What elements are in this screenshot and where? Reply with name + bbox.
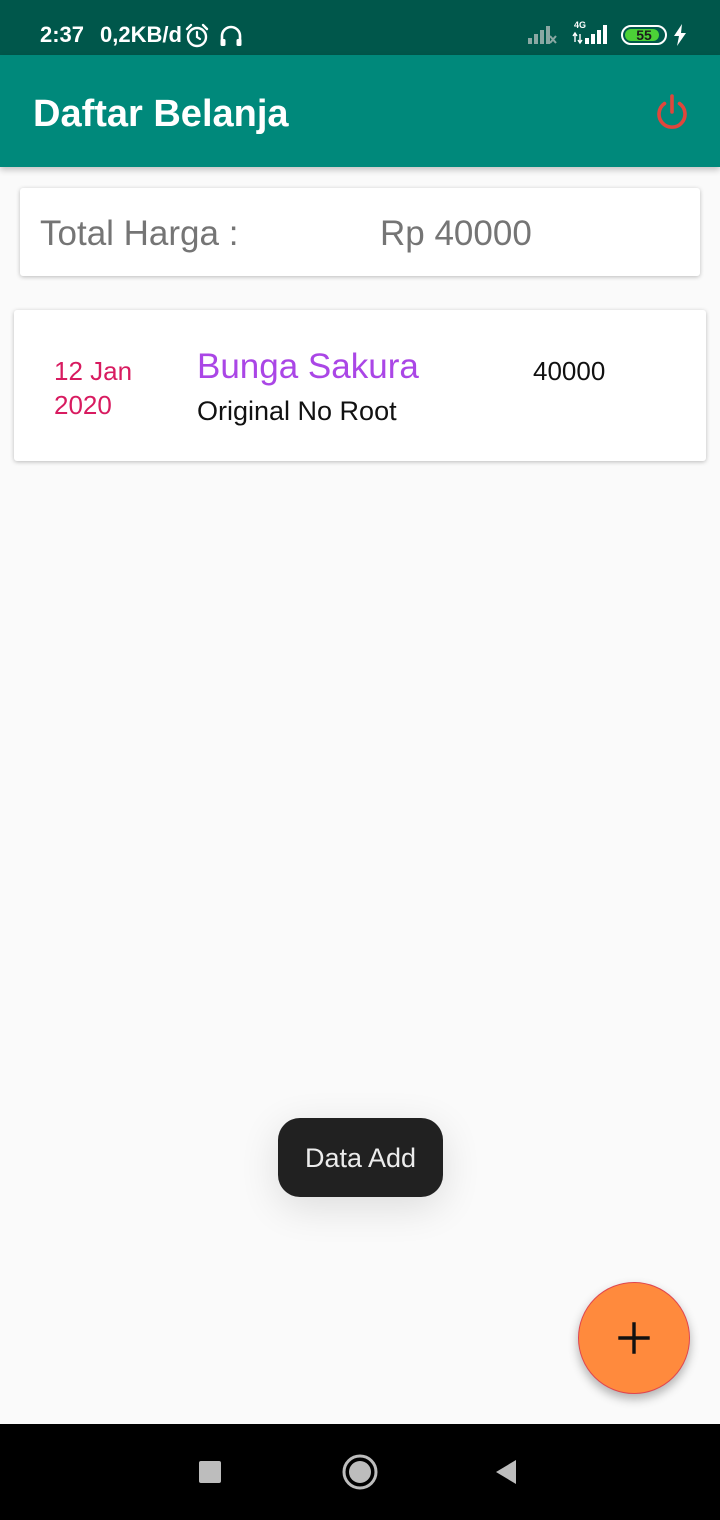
back-button[interactable] — [482, 1448, 530, 1496]
list-item[interactable]: 12 Jan 2020 Bunga Sakura Original No Roo… — [14, 310, 706, 461]
toast: Data Add — [278, 1118, 443, 1197]
item-description: Original No Root — [197, 396, 397, 426]
signal-icon — [528, 24, 558, 49]
app-bar: Daftar Belanja — [0, 55, 720, 167]
alarm-icon — [184, 23, 210, 54]
navigation-bar — [0, 1424, 720, 1520]
battery-level: 55 — [636, 27, 652, 43]
charging-icon — [672, 24, 688, 51]
power-button[interactable] — [646, 87, 698, 139]
signal-4g-icon: 4G — [572, 20, 612, 51]
battery-icon: 55 — [621, 25, 667, 45]
headset-icon — [218, 23, 244, 54]
home-button[interactable] — [336, 1448, 384, 1496]
recents-button[interactable] — [186, 1448, 234, 1496]
toast-message: Data Add — [304, 1142, 417, 1173]
item-date-day-month: 12 Jan — [54, 356, 133, 386]
plus-icon — [618, 1322, 650, 1354]
status-bar: 2:37 0,2KB/d 4G 55 — [0, 0, 720, 55]
add-button[interactable] — [578, 1282, 690, 1394]
status-time: 2:37 — [40, 22, 85, 47]
item-date: 12 Jan 2020 — [54, 354, 174, 422]
svg-text:4G: 4G — [574, 20, 586, 30]
item-name: Bunga Sakura — [197, 347, 419, 386]
item-price: 40000 — [533, 356, 606, 386]
total-price-label: Total Harga : — [40, 214, 239, 253]
status-net-speed: 0,2KB/d — [100, 22, 182, 47]
page-title: Daftar Belanja — [33, 93, 289, 135]
total-price-card: Total Harga : Rp 40000 — [20, 188, 700, 276]
recents-icon — [199, 1461, 221, 1483]
power-icon — [657, 94, 687, 129]
back-icon — [496, 1460, 516, 1484]
item-date-year: 2020 — [54, 390, 112, 420]
total-price-value: Rp 40000 — [380, 214, 532, 253]
home-icon — [342, 1454, 378, 1490]
